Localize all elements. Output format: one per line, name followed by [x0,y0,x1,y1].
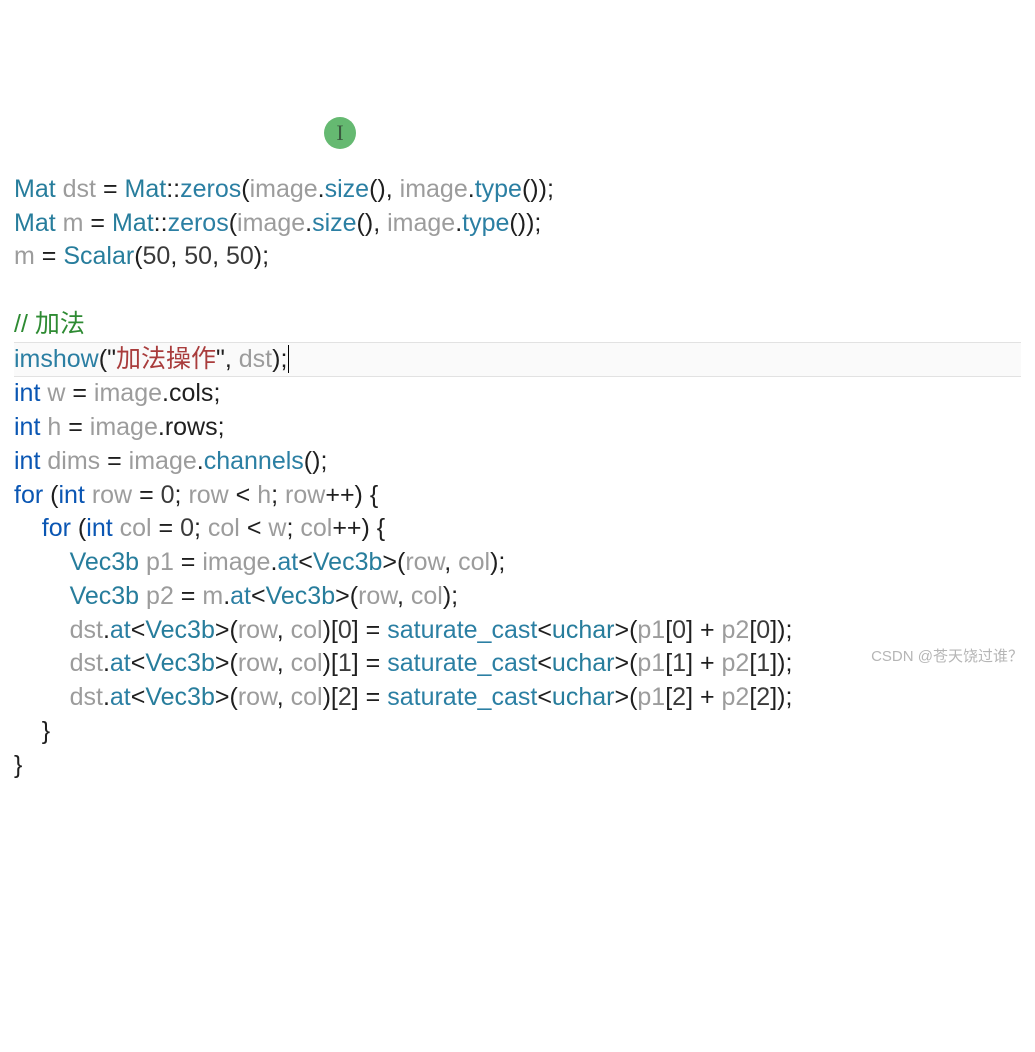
code-line: } [14,751,22,779]
code-line: for (int col = 0; col < w; col++) { [14,514,385,542]
watermark-text: CSDN @苍天饶过谁？ [871,647,1023,667]
text-caret [288,345,289,373]
code-line: } [14,717,50,745]
code-line: Mat m = Mat::zeros(image.size(), image.t… [14,209,541,237]
code-line: for (int row = 0; row < h; row++) { [14,481,378,509]
code-line: dst.at<Vec3b>(row, col)[0] = saturate_ca… [14,616,792,644]
code-line: dst.at<Vec3b>(row, col)[1] = saturate_ca… [14,649,792,677]
code-line-current: imshow("加法操作", dst); [14,342,1021,378]
code-line: // 加法 [14,310,85,338]
code-line: m = Scalar(50, 50, 50); [14,242,269,270]
code-line: int dims = image.channels(); [14,447,327,475]
code-editor[interactable]: Mat dst = Mat::zeros(image.size(), image… [14,139,1021,782]
code-line [14,276,21,304]
cursor-indicator-icon: I [324,117,356,149]
code-line: int w = image.cols; [14,379,220,407]
code-line: dst.at<Vec3b>(row, col)[2] = saturate_ca… [14,683,792,711]
code-line: Vec3b p1 = image.at<Vec3b>(row, col); [14,548,505,576]
code-line: Vec3b p2 = m.at<Vec3b>(row, col); [14,582,458,610]
code-line: Mat dst = Mat::zeros(image.size(), image… [14,175,554,203]
code-line: int h = image.rows; [14,413,225,441]
